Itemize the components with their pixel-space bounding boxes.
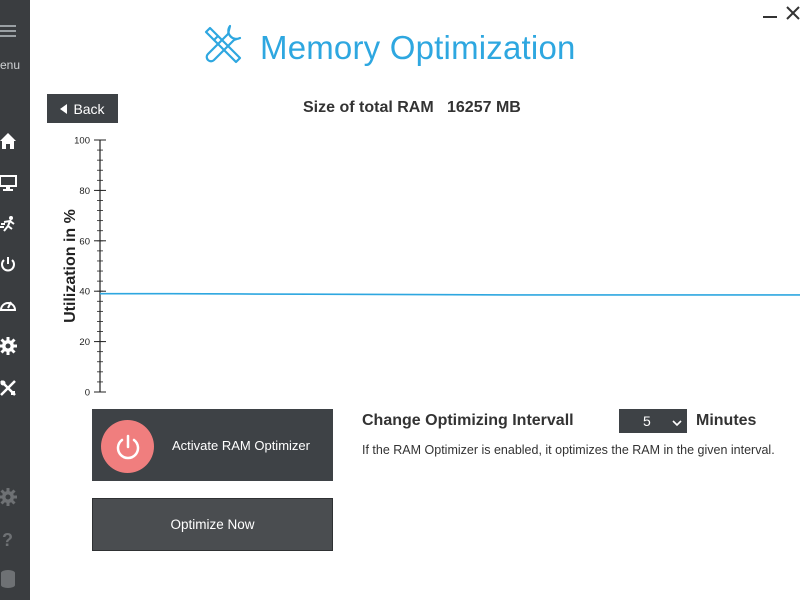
ram-size-text: Size of total RAM 16257 MB xyxy=(303,99,521,116)
page-header: Memory Optimization xyxy=(200,22,576,73)
hamburger-menu-icon[interactable] xyxy=(0,18,22,44)
power-icon xyxy=(101,420,154,473)
page-title: Memory Optimization xyxy=(260,28,576,66)
y-tick-label: 0 xyxy=(85,388,90,399)
menu-label: Menu xyxy=(0,58,21,72)
interval-unit: Minutes xyxy=(696,412,757,429)
series-line xyxy=(100,292,800,296)
chevron-down-icon xyxy=(672,415,682,431)
interval-description: If the RAM Optimizer is enabled, it opti… xyxy=(362,443,775,457)
y-tick-label: 40 xyxy=(79,287,90,298)
monitor-icon[interactable] xyxy=(0,170,22,196)
tools-icon[interactable] xyxy=(0,375,22,401)
back-button[interactable]: Back xyxy=(47,94,118,123)
optimize-now-button[interactable]: Optimize Now xyxy=(92,498,333,551)
y-axis-label: Utilization in % xyxy=(62,209,79,323)
interval-label: Change Optimizing Intervall xyxy=(362,412,574,429)
running-person-icon[interactable] xyxy=(0,211,22,237)
minimize-icon[interactable] xyxy=(763,6,777,22)
settings-icon[interactable] xyxy=(0,484,22,510)
help-icon[interactable]: ? xyxy=(0,526,22,552)
interval-value: 5 xyxy=(643,413,651,429)
close-icon[interactable] xyxy=(786,6,800,22)
optimize-now-label: Optimize Now xyxy=(170,517,255,532)
y-tick-label: 60 xyxy=(79,236,90,247)
utilization-chart-svg: 0 20 40 60 80 100 Utilization in % xyxy=(62,136,800,399)
gear-icon[interactable] xyxy=(0,333,22,359)
back-arrow-icon xyxy=(60,103,68,114)
y-tick-label: 80 xyxy=(79,186,90,197)
y-tick-label: 20 xyxy=(79,337,90,348)
svg-text:?: ? xyxy=(2,530,13,549)
home-icon[interactable] xyxy=(0,128,22,154)
back-label: Back xyxy=(73,100,105,117)
interval-select[interactable]: 5 xyxy=(619,409,687,433)
tools-icon xyxy=(200,22,246,73)
power-icon[interactable] xyxy=(0,251,22,277)
y-tick-label: 100 xyxy=(74,136,90,147)
sidebar: Menu ? xyxy=(0,0,30,600)
speedometer-icon[interactable] xyxy=(0,292,22,318)
activate-ram-optimizer-button[interactable]: Activate RAM Optimizer xyxy=(92,409,333,481)
database-icon[interactable] xyxy=(0,566,22,592)
utilization-chart: 0 20 40 60 80 100 Utilization in % xyxy=(55,130,800,400)
activate-label: Activate RAM Optimizer xyxy=(172,438,310,453)
